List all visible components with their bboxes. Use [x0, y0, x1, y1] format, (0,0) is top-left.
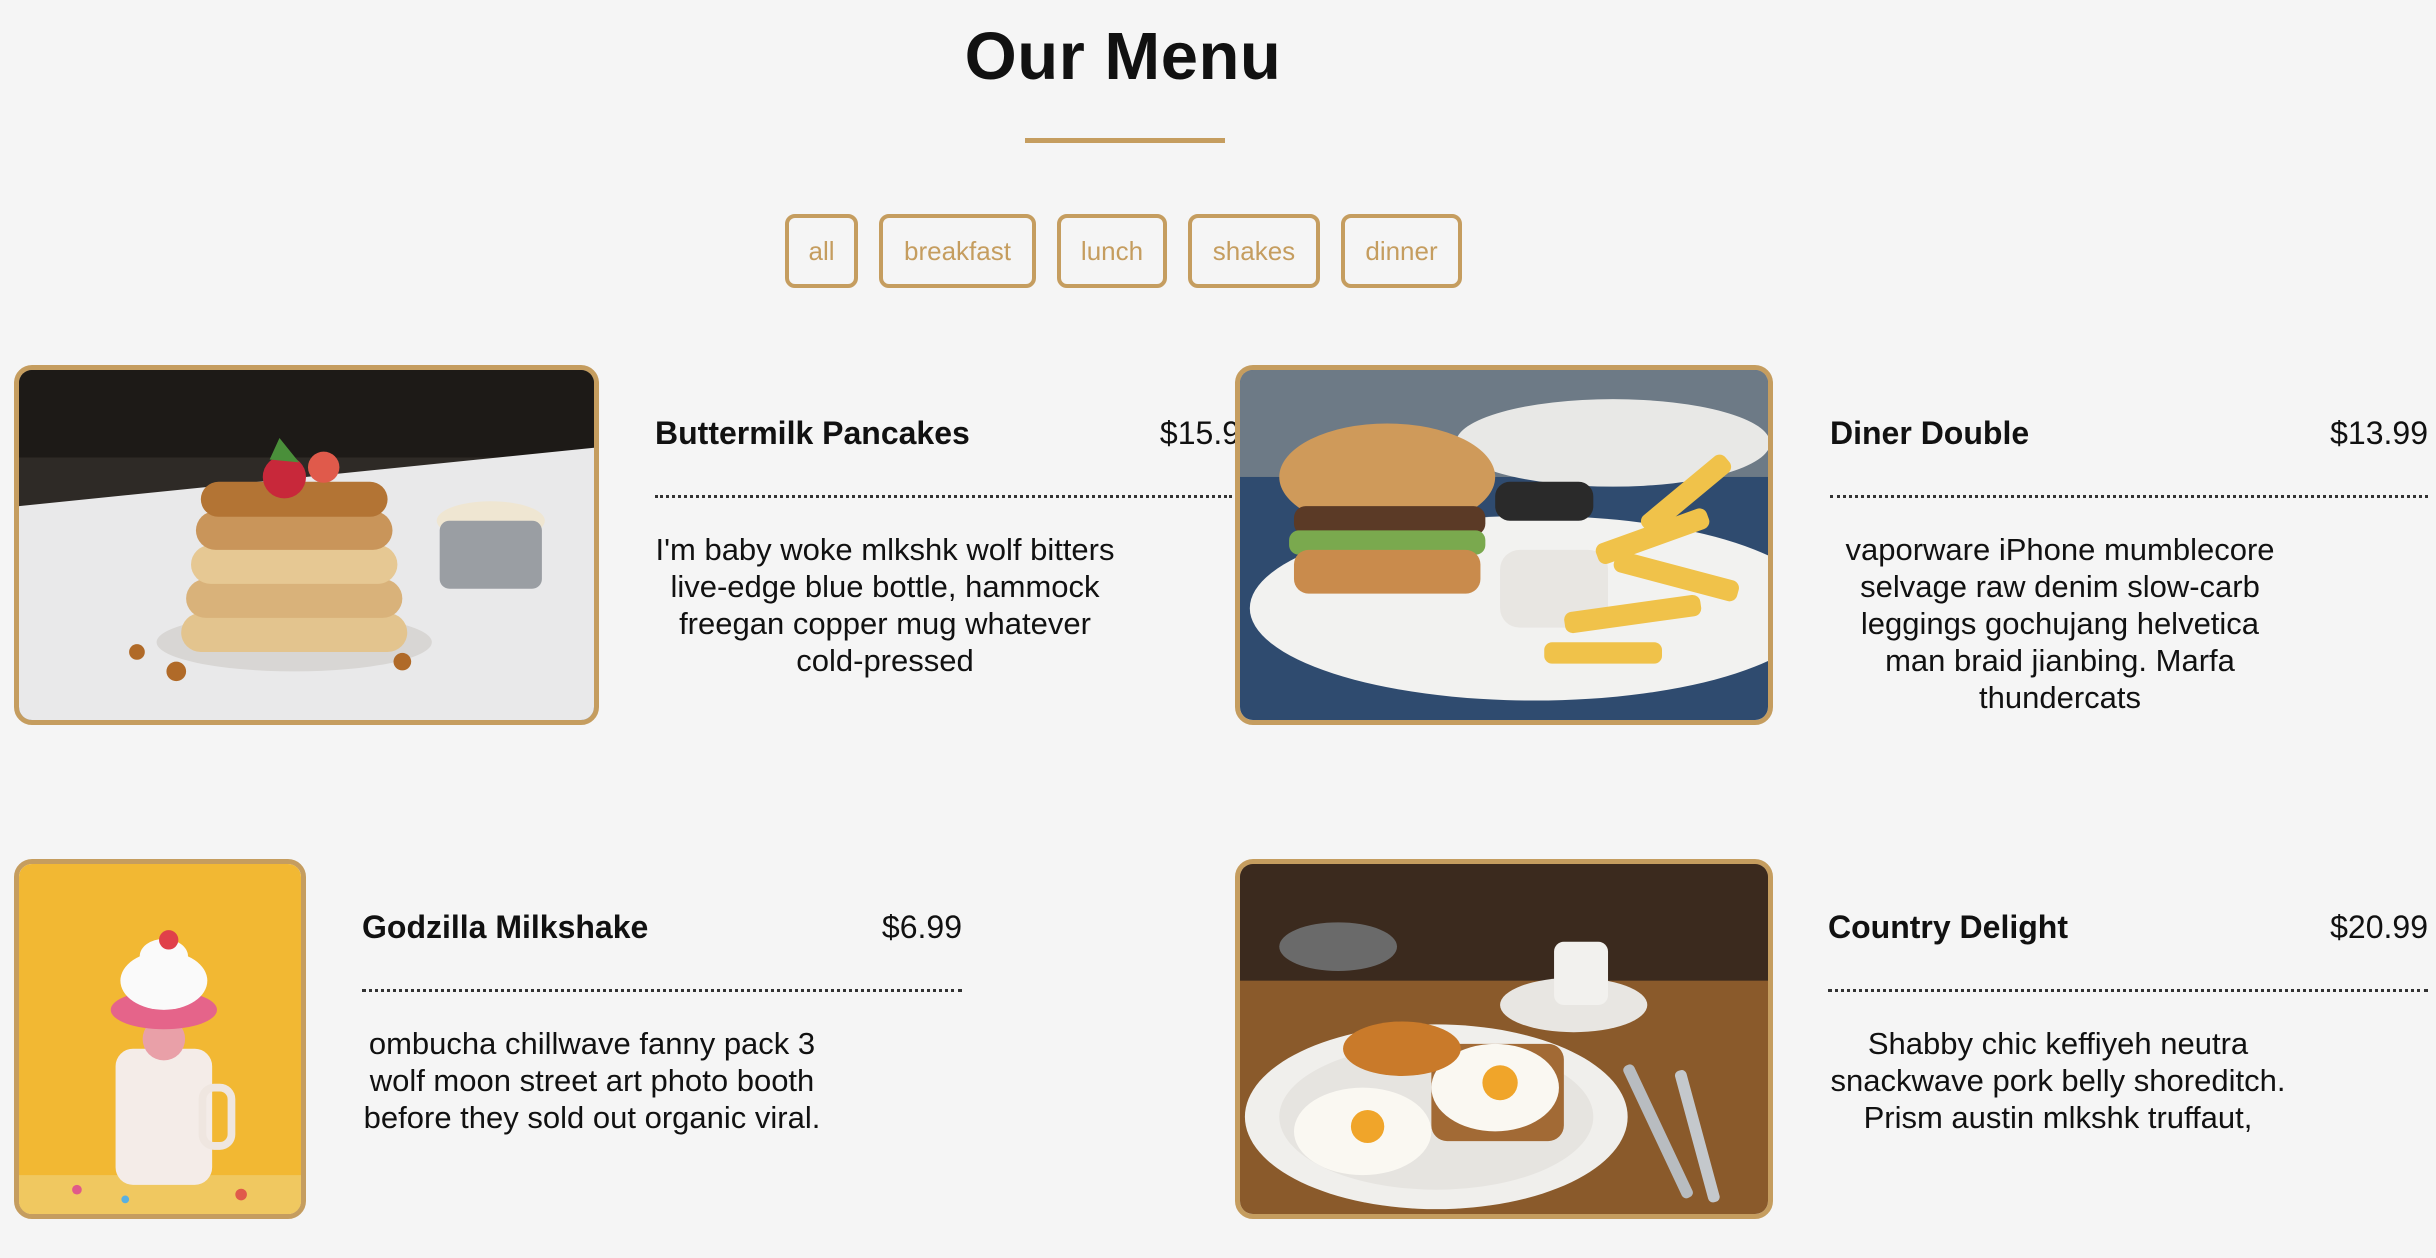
filter-lunch-button[interactable]: lunch — [1057, 214, 1167, 288]
item-divider — [655, 495, 1232, 498]
item-name: Country Delight — [1828, 909, 2068, 945]
item-description: Shabby chic keffiyeh neutra snackwave po… — [1830, 1026, 2286, 1135]
pancakes-photo — [14, 365, 599, 725]
item-price: $20.99 — [2330, 909, 2428, 945]
filter-dinner-button[interactable]: dinner — [1341, 214, 1462, 288]
item-description: vaporware iPhone mumblecore selvage raw … — [1845, 532, 2275, 715]
item-name: Buttermilk Pancakes — [655, 415, 970, 451]
item-name: Diner Double — [1830, 415, 2030, 451]
item-price: $6.99 — [881, 909, 962, 945]
item-price: $13.99 — [2330, 415, 2428, 451]
burger-photo — [1235, 365, 1773, 725]
eggs-photo — [1235, 859, 1773, 1219]
item-description: ombucha chillwave fanny pack 3 wolf moon… — [363, 1026, 821, 1135]
milkshake-photo — [14, 859, 306, 1219]
item-divider — [362, 989, 962, 992]
filter-all-button[interactable]: all — [785, 214, 858, 288]
filter-bar: all breakfast lunch shakes dinner — [0, 214, 2436, 294]
filter-shakes-button[interactable]: shakes — [1188, 214, 1320, 288]
item-price: $15.9 — [1159, 415, 1240, 451]
filter-breakfast-button[interactable]: breakfast — [879, 214, 1036, 288]
item-name: Godzilla Milkshake — [362, 909, 649, 945]
item-divider — [1828, 989, 2428, 992]
page-title: Our Menu — [964, 19, 1282, 94]
title-underline — [1025, 138, 1225, 143]
item-description: I'm baby woke mlkshk wolf bitters live-e… — [655, 532, 1115, 678]
item-divider — [1830, 495, 2428, 498]
